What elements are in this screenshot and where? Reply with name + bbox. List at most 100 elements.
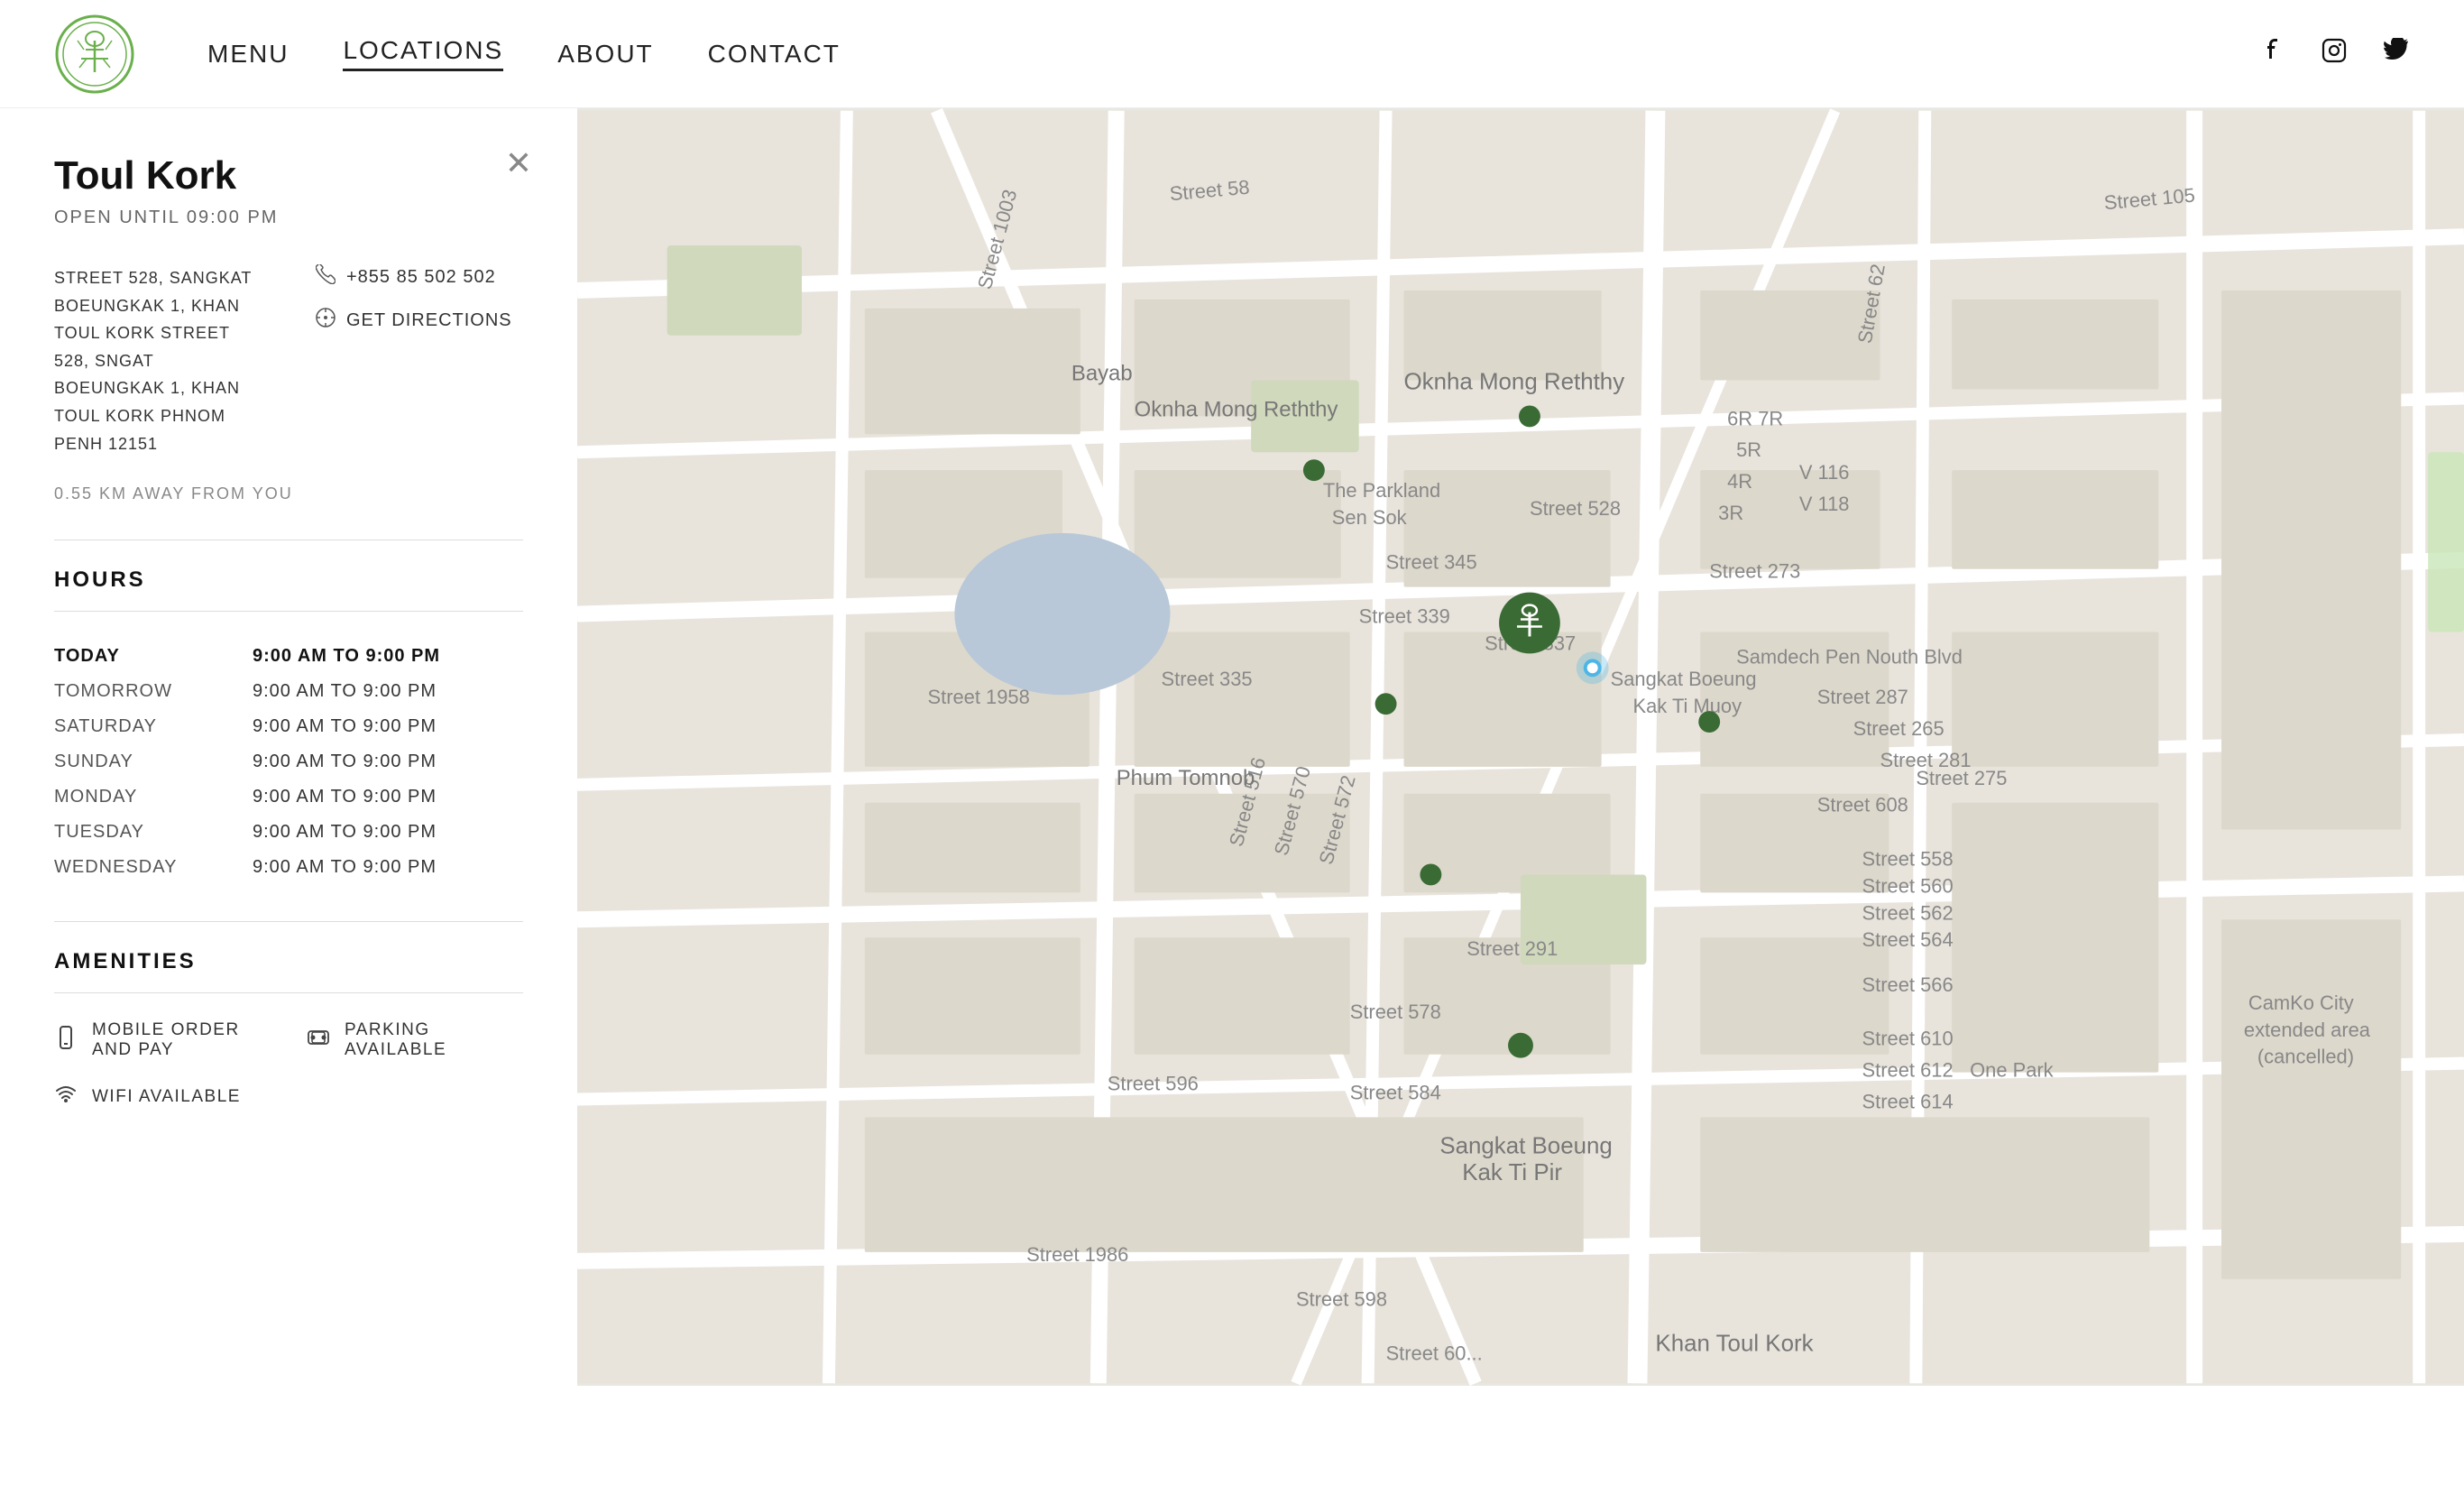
contact-links: +855 85 502 502 GET DIRECTIONS: [316, 264, 523, 457]
nav-locations[interactable]: LOCATIONS: [343, 36, 503, 71]
svg-text:Street 614: Street 614: [1862, 1090, 1954, 1112]
hours-day: TUESDAY: [54, 815, 253, 850]
svg-text:Street 598: Street 598: [1296, 1288, 1387, 1311]
svg-text:Street 564: Street 564: [1862, 928, 1954, 951]
hours-day: MONDAY: [54, 779, 253, 815]
svg-text:Sangkat Boeung: Sangkat Boeung: [1611, 668, 1757, 690]
phone-link[interactable]: +855 85 502 502: [316, 264, 523, 290]
svg-text:5R: 5R: [1736, 438, 1761, 461]
amenities-title: AMENITIES: [54, 949, 523, 974]
svg-text:Bayab: Bayab: [1071, 362, 1133, 386]
directions-icon: [316, 308, 336, 333]
hours-divider-2: [54, 611, 523, 612]
twitter-icon[interactable]: [2383, 38, 2410, 70]
amenity-item: MOBILE ORDER AND PAY: [54, 1020, 271, 1060]
close-button[interactable]: ✕: [505, 144, 532, 182]
svg-text:Street 584: Street 584: [1350, 1082, 1441, 1104]
main-content: ✕ Toul Kork OPEN UNTIL 09:00 PM STREET 5…: [0, 108, 2464, 1386]
open-status: OPEN UNTIL 09:00 PM: [54, 208, 523, 228]
amenity-label: WIFI AVAILABLE: [92, 1087, 241, 1107]
svg-text:Street 275: Street 275: [1916, 767, 2007, 789]
svg-text:Street 1958: Street 1958: [928, 686, 1030, 708]
wifi-icon: [54, 1082, 78, 1111]
hours-time: 9:00 AM to 9:00 PM: [253, 744, 523, 779]
svg-text:extended area: extended area: [2244, 1019, 2371, 1041]
hours-day: TOMORROW: [54, 674, 253, 709]
svg-text:Oknha Mong Reththy: Oknha Mong Reththy: [1403, 370, 1624, 395]
svg-text:Street 1986: Street 1986: [1026, 1243, 1128, 1266]
svg-text:Street 291: Street 291: [1466, 937, 1558, 960]
phone-icon: [316, 264, 336, 290]
hours-time: 9:00 AM to 9:00 PM: [253, 674, 523, 709]
svg-text:Street 273: Street 273: [1709, 560, 1800, 583]
svg-text:Samdech Pen Nouth Blvd: Samdech Pen Nouth Blvd: [1736, 645, 1963, 668]
amenities-divider-2: [54, 992, 523, 993]
hours-row: TOMORROW 9:00 AM to 9:00 PM: [54, 674, 523, 709]
hours-time: 9:00 AM to 9:00 PM: [253, 779, 523, 815]
svg-text:Kak Ti Pir: Kak Ti Pir: [1462, 1160, 1562, 1185]
svg-text:One Park: One Park: [1970, 1059, 2054, 1082]
amenities-grid: MOBILE ORDER AND PAY PARKING AVAILABLE W…: [54, 1020, 523, 1111]
parking-icon: [307, 1026, 330, 1056]
svg-text:3R: 3R: [1718, 502, 1743, 524]
nav-menu[interactable]: MENU: [207, 40, 289, 69]
svg-text:Street 287: Street 287: [1817, 686, 1908, 708]
svg-text:Street 610: Street 610: [1862, 1028, 1954, 1050]
hours-day: SUNDAY: [54, 744, 253, 779]
svg-text:Street 596: Street 596: [1108, 1073, 1199, 1095]
address-text: STREET 528, SANGKAT BOEUNGKAK 1, KHAN TO…: [54, 264, 262, 457]
logo[interactable]: [54, 14, 135, 95]
hours-time: 9:00 AM to 9:00 PM: [253, 639, 523, 674]
svg-text:Street 566: Street 566: [1862, 973, 1954, 996]
main-nav: MENU LOCATIONS ABOUT CONTACT: [207, 36, 841, 71]
header-social: [2260, 38, 2410, 70]
svg-text:Khan Toul Kork: Khan Toul Kork: [1655, 1331, 1813, 1356]
hours-day: WEDNESDAY: [54, 850, 253, 885]
hours-row: SUNDAY 9:00 AM to 9:00 PM: [54, 744, 523, 779]
hours-day: TODAY: [54, 639, 253, 674]
svg-text:Street 558: Street 558: [1862, 847, 1954, 870]
amenity-label: MOBILE ORDER AND PAY: [92, 1020, 271, 1060]
facebook-icon[interactable]: [2260, 38, 2285, 70]
svg-text:Street 608: Street 608: [1817, 794, 1908, 816]
svg-text:4R: 4R: [1727, 470, 1752, 493]
hours-time: 9:00 AM to 9:00 PM: [253, 709, 523, 744]
svg-text:Street 612: Street 612: [1862, 1059, 1954, 1082]
svg-text:Kak Ti Muoy: Kak Ti Muoy: [1633, 695, 1742, 717]
amenity-item: WIFI AVAILABLE: [54, 1082, 271, 1111]
svg-text:Street 528: Street 528: [1530, 497, 1621, 520]
hours-row: SATURDAY 9:00 AM to 9:00 PM: [54, 709, 523, 744]
amenities-divider: [54, 921, 523, 922]
hours-row: TODAY 9:00 AM to 9:00 PM: [54, 639, 523, 674]
amenity-label: PARKING AVAILABLE: [345, 1020, 523, 1060]
svg-text:6R 7R: 6R 7R: [1727, 407, 1783, 429]
svg-text:CamKo City: CamKo City: [2248, 991, 2354, 1014]
svg-text:Sangkat Boeung: Sangkat Boeung: [1439, 1133, 1612, 1158]
svg-text:The Parkland: The Parkland: [1323, 479, 1440, 502]
location-detail-panel: ✕ Toul Kork OPEN UNTIL 09:00 PM STREET 5…: [0, 108, 577, 1386]
svg-text:Street 562: Street 562: [1862, 901, 1954, 924]
svg-text:V 118: V 118: [1799, 493, 1850, 515]
svg-text:Phum Tomnob: Phum Tomnob: [1117, 766, 1255, 790]
svg-text:V 116: V 116: [1799, 461, 1850, 484]
instagram-icon[interactable]: [2321, 38, 2347, 70]
nav-contact[interactable]: CONTACT: [708, 40, 841, 69]
map-svg: Street 58 Street 105 Street 62 Bayab Okn…: [577, 108, 2464, 1386]
svg-text:(cancelled): (cancelled): [2257, 1046, 2354, 1068]
hours-row: TUESDAY 9:00 AM to 9:00 PM: [54, 815, 523, 850]
svg-text:Street 335: Street 335: [1162, 668, 1253, 690]
header-left: MENU LOCATIONS ABOUT CONTACT: [54, 14, 841, 95]
hours-time: 9:00 AM to 9:00 PM: [253, 850, 523, 885]
directions-link[interactable]: GET DIRECTIONS: [316, 308, 523, 333]
address-section: STREET 528, SANGKAT BOEUNGKAK 1, KHAN TO…: [54, 264, 523, 457]
map-area[interactable]: Street 58 Street 105 Street 62 Bayab Okn…: [577, 108, 2464, 1386]
hours-row: MONDAY 9:00 AM to 9:00 PM: [54, 779, 523, 815]
svg-text:Street 339: Street 339: [1359, 605, 1450, 628]
location-name: Toul Kork: [54, 153, 523, 198]
hours-title: HOURS: [54, 567, 523, 593]
svg-text:Sen Sok: Sen Sok: [1332, 506, 1407, 529]
nav-about[interactable]: ABOUT: [557, 40, 653, 69]
svg-text:Oknha Mong Reththy: Oknha Mong Reththy: [1135, 397, 1338, 421]
svg-text:Street 560: Street 560: [1862, 874, 1954, 897]
svg-text:Street 265: Street 265: [1853, 717, 1945, 740]
